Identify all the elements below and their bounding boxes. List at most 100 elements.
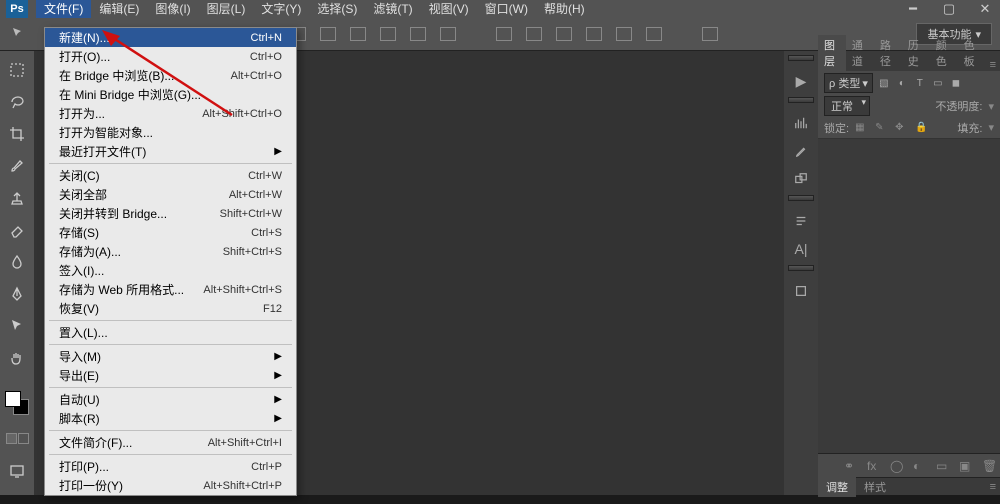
pen-tool[interactable]	[6, 283, 28, 305]
menu-item[interactable]: 置入(L)...	[45, 323, 296, 342]
menu-item[interactable]: 导出(E)▶	[45, 366, 296, 385]
color-swatches[interactable]	[5, 391, 29, 415]
quick-mask-toggle[interactable]	[6, 433, 29, 444]
tab-swatches[interactable]: 色板	[958, 35, 986, 71]
blur-tool[interactable]	[6, 251, 28, 273]
menu-0[interactable]: 文件(F)	[36, 0, 91, 18]
menu-3[interactable]: 图层(L)	[199, 0, 254, 18]
dock-grip[interactable]	[788, 55, 814, 61]
align-icon[interactable]	[410, 27, 426, 41]
menu-item[interactable]: 存储(S)Ctrl+S	[45, 223, 296, 242]
histogram-icon[interactable]	[788, 111, 814, 135]
menu-item[interactable]: 导入(M)▶	[45, 347, 296, 366]
menu-item[interactable]: 最近打开文件(T)▶	[45, 142, 296, 161]
menu-item[interactable]: 存储为 Web 所用格式...Alt+Shift+Ctrl+S	[45, 280, 296, 299]
tab-history[interactable]: 历史	[902, 35, 930, 71]
layer-list[interactable]	[818, 139, 1000, 453]
brush-preset-icon[interactable]	[788, 139, 814, 163]
paragraph-icon[interactable]	[788, 209, 814, 233]
tab-channels[interactable]: 通道	[846, 35, 874, 71]
lock-all-icon[interactable]: 🔒	[915, 122, 929, 134]
link-layers-icon[interactable]: ⚭	[844, 459, 858, 473]
fx-icon[interactable]: fx	[867, 459, 881, 473]
menu-6[interactable]: 滤镜(T)	[365, 0, 420, 18]
distribute-icon[interactable]	[646, 27, 662, 41]
panel-menu-icon[interactable]: ≡	[986, 481, 1000, 493]
filter-pixel-icon[interactable]: ▧	[877, 76, 891, 90]
trash-icon[interactable]: 🗑	[982, 459, 996, 473]
menu-item[interactable]: 恢复(V)F12	[45, 299, 296, 318]
menu-7[interactable]: 视图(V)	[421, 0, 477, 18]
new-layer-icon[interactable]: ▣	[959, 459, 973, 473]
filter-smart-icon[interactable]: ◼	[949, 76, 963, 90]
eraser-tool[interactable]	[6, 219, 28, 241]
menu-2[interactable]: 图像(I)	[147, 0, 198, 18]
crop-tool[interactable]	[6, 123, 28, 145]
distribute-icon[interactable]	[526, 27, 542, 41]
filter-type-icon[interactable]: T	[913, 76, 927, 90]
menu-item[interactable]: 自动(U)▶	[45, 390, 296, 409]
menu-item[interactable]: 在 Bridge 中浏览(B)...Alt+Ctrl+O	[45, 66, 296, 85]
menu-8[interactable]: 窗口(W)	[477, 0, 536, 18]
menu-item[interactable]: 签入(I)...	[45, 261, 296, 280]
clone-stamp-tool[interactable]	[6, 187, 28, 209]
screen-mode[interactable]	[6, 460, 28, 482]
adjustment-icon[interactable]: ◐	[913, 459, 927, 473]
menu-item[interactable]: 打印(P)...Ctrl+P	[45, 457, 296, 476]
lock-position-icon[interactable]: ✥	[895, 122, 909, 134]
menu-5[interactable]: 选择(S)	[309, 0, 365, 18]
distribute-icon[interactable]	[496, 27, 512, 41]
tab-adjustments[interactable]: 调整	[818, 477, 856, 497]
auto-align-icon[interactable]	[702, 27, 718, 41]
menu-4[interactable]: 文字(Y)	[253, 0, 309, 18]
tab-color[interactable]: 颜色	[930, 35, 958, 71]
menu-item[interactable]: 打开(O)...Ctrl+O	[45, 47, 296, 66]
chevron-down-icon[interactable]: ▾	[988, 121, 994, 134]
menu-item[interactable]: 脚本(R)▶	[45, 409, 296, 428]
brush-tool[interactable]	[6, 155, 28, 177]
menu-item[interactable]: 文件简介(F)...Alt+Shift+Ctrl+I	[45, 433, 296, 452]
align-icon[interactable]	[320, 27, 336, 41]
menu-item[interactable]: 打印一份(Y)Alt+Shift+Ctrl+P	[45, 476, 296, 495]
blend-mode-dropdown[interactable]: 正常	[824, 96, 870, 116]
distribute-icon[interactable]	[556, 27, 572, 41]
menu-item[interactable]: 在 Mini Bridge 中浏览(G)...	[45, 85, 296, 104]
character-icon[interactable]: A|	[788, 237, 814, 261]
lock-transparency-icon[interactable]: ▦	[855, 122, 869, 134]
close-button[interactable]: ✕	[976, 0, 994, 18]
filter-kind-dropdown[interactable]: ρ 类型 ▾	[824, 73, 873, 93]
info-icon[interactable]	[788, 279, 814, 303]
play-icon[interactable]: ▶	[788, 69, 814, 93]
distribute-icon[interactable]	[586, 27, 602, 41]
clone-source-icon[interactable]	[788, 167, 814, 191]
menu-item[interactable]: 关闭(C)Ctrl+W	[45, 166, 296, 185]
distribute-icon[interactable]	[616, 27, 632, 41]
panel-menu-icon[interactable]: ≡	[986, 59, 1000, 71]
mask-icon[interactable]: ◯	[890, 459, 904, 473]
lock-pixels-icon[interactable]: ✎	[875, 122, 889, 134]
dock-grip[interactable]	[788, 265, 814, 271]
menu-item[interactable]: 存储为(A)...Shift+Ctrl+S	[45, 242, 296, 261]
dock-grip[interactable]	[788, 195, 814, 201]
menu-item[interactable]: 打开为智能对象...	[45, 123, 296, 142]
menu-item[interactable]: 打开为...Alt+Shift+Ctrl+O	[45, 104, 296, 123]
lasso-tool[interactable]	[6, 91, 28, 113]
dock-grip[interactable]	[788, 97, 814, 103]
chevron-down-icon[interactable]: ▾	[988, 100, 994, 113]
align-icon[interactable]	[380, 27, 396, 41]
filter-adjust-icon[interactable]: ◐	[895, 76, 909, 90]
menu-1[interactable]: 编辑(E)	[91, 0, 147, 18]
align-icon[interactable]	[350, 27, 366, 41]
tab-layers[interactable]: 图层	[818, 35, 846, 71]
path-selection-tool[interactable]	[6, 315, 28, 337]
menu-item[interactable]: 新建(N)...Ctrl+N	[45, 28, 296, 47]
maximize-button[interactable]: ▢	[940, 0, 958, 18]
menu-item[interactable]: 关闭全部Alt+Ctrl+W	[45, 185, 296, 204]
filter-shape-icon[interactable]: ▭	[931, 76, 945, 90]
menu-9[interactable]: 帮助(H)	[536, 0, 593, 18]
menu-item[interactable]: 关闭并转到 Bridge...Shift+Ctrl+W	[45, 204, 296, 223]
tab-paths[interactable]: 路径	[874, 35, 902, 71]
minimize-button[interactable]: ━	[904, 0, 922, 18]
hand-tool[interactable]	[6, 347, 28, 369]
align-icon[interactable]	[440, 27, 456, 41]
